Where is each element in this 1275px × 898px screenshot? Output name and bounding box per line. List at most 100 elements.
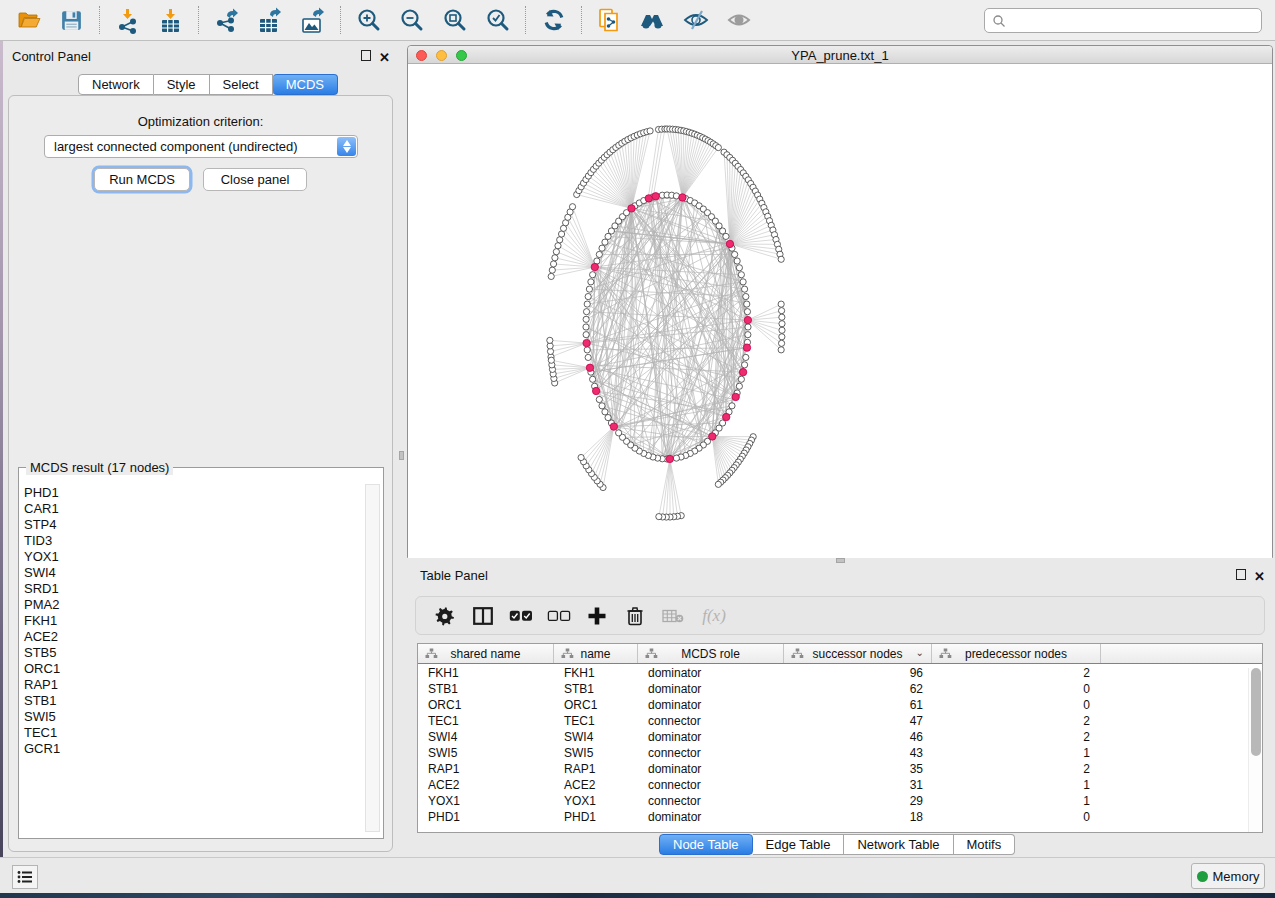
- control-panel-float-button[interactable]: [361, 50, 371, 64]
- hide-selected-button[interactable]: [674, 3, 717, 37]
- deselect-all-button[interactable]: [540, 610, 578, 622]
- mcds-result-item[interactable]: GCR1: [24, 741, 366, 757]
- mcds-result-item[interactable]: SWI5: [24, 709, 366, 725]
- mcds-result-item[interactable]: PHD1: [24, 485, 366, 501]
- mcds-result-item[interactable]: RAP1: [24, 677, 366, 693]
- table-row[interactable]: ACE2ACE2connector311: [418, 777, 1262, 793]
- control-panel-close-button[interactable]: ✕: [379, 50, 390, 65]
- destroy-table-button[interactable]: [654, 609, 692, 623]
- task-history-button[interactable]: [12, 865, 38, 889]
- export-image-button[interactable]: [291, 3, 334, 37]
- close-panel-button[interactable]: Close panel: [203, 168, 307, 191]
- table-row[interactable]: STB1STB1dominator620: [418, 681, 1262, 697]
- horizontal-splitter-handle[interactable]: [836, 558, 845, 563]
- zoom-selected-button[interactable]: [476, 3, 519, 37]
- table-scrollbar[interactable]: [1248, 668, 1261, 832]
- optimization-criterion-select[interactable]: largest connected component (undirected): [44, 135, 358, 158]
- run-mcds-button[interactable]: Run MCDS: [94, 168, 190, 191]
- search-input[interactable]: [984, 8, 1262, 33]
- network-window-titlebar[interactable]: YPA_prune.txt_1: [408, 46, 1272, 64]
- tab-style[interactable]: Style: [154, 74, 210, 95]
- tab-select[interactable]: Select: [210, 74, 273, 95]
- desktop-wallpaper-left: [0, 41, 3, 893]
- table-row[interactable]: TEC1TEC1connector472: [418, 713, 1262, 729]
- tab-motifs[interactable]: Motifs: [954, 834, 1016, 855]
- export-table-button[interactable]: [248, 3, 291, 37]
- attribute-type-icon: [425, 648, 438, 659]
- column-header-MCDS-role[interactable]: MCDS role: [638, 644, 784, 663]
- close-icon: ✕: [379, 50, 390, 65]
- mcds-result-item[interactable]: STB1: [24, 693, 366, 709]
- table-row[interactable]: FKH1FKH1dominator962: [418, 665, 1262, 681]
- add-column-button[interactable]: [578, 607, 616, 625]
- mcds-result-item[interactable]: FKH1: [24, 613, 366, 629]
- mcds-result-item[interactable]: TEC1: [24, 725, 366, 741]
- network-window: YPA_prune.txt_1: [407, 45, 1273, 558]
- column-header-shared-name[interactable]: shared name: [418, 644, 554, 663]
- mcds-result-item[interactable]: YOX1: [24, 549, 366, 565]
- attribute-type-icon: [645, 648, 658, 659]
- zoom-fit-button[interactable]: [433, 3, 476, 37]
- mcds-result-item[interactable]: SRD1: [24, 581, 366, 597]
- table-row[interactable]: SWI4SWI4dominator462: [418, 729, 1262, 745]
- tab-edge-table[interactable]: Edge Table: [753, 834, 845, 855]
- mcds-result-item[interactable]: ORC1: [24, 661, 366, 677]
- open-folder-icon: [16, 7, 42, 33]
- column-header-name[interactable]: name: [554, 644, 638, 663]
- tab-node-table[interactable]: Node Table: [659, 834, 753, 855]
- float-icon: [361, 50, 371, 61]
- zoom-in-icon: [355, 7, 382, 34]
- refresh-icon: [541, 7, 567, 33]
- tab-network-table[interactable]: Network Table: [844, 834, 953, 855]
- table-settings-button[interactable]: [426, 606, 464, 626]
- network-window-title: YPA_prune.txt_1: [408, 48, 1272, 63]
- open-file-button[interactable]: [7, 3, 50, 37]
- table-row[interactable]: YOX1YOX1connector291: [418, 793, 1262, 809]
- mcds-result-item[interactable]: STB5: [24, 645, 366, 661]
- mcds-result-item[interactable]: ACE2: [24, 629, 366, 645]
- column-header-successor-nodes[interactable]: successor nodes⌄: [784, 644, 932, 663]
- mcds-result-item[interactable]: STP4: [24, 517, 366, 533]
- duplicate-network-button[interactable]: [588, 3, 631, 37]
- table-panel-float-button[interactable]: [1236, 569, 1246, 583]
- function-builder-button[interactable]: f(x): [692, 606, 736, 626]
- zoom-in-button[interactable]: [347, 3, 390, 37]
- toggle-column-panel-button[interactable]: [464, 607, 502, 625]
- mcds-result-scrollbar[interactable]: [365, 484, 380, 832]
- table-panel-tabs: Node TableEdge TableNetwork TableMotifs: [659, 834, 1015, 855]
- mcds-result-item[interactable]: TID3: [24, 533, 366, 549]
- import-network-button[interactable]: [106, 3, 149, 37]
- tab-mcds[interactable]: MCDS: [273, 74, 338, 95]
- tab-network[interactable]: Network: [78, 74, 154, 95]
- mcds-result-list[interactable]: PHD1CAR1STP4TID3YOX1SWI4SRD1PMA2FKH1ACE2…: [21, 485, 366, 757]
- import-table-button[interactable]: [149, 3, 192, 37]
- node-table-header: shared namenameMCDS rolesuccessor nodes⌄…: [418, 644, 1262, 664]
- table-scrollbar-thumb[interactable]: [1251, 668, 1261, 756]
- refresh-layout-button[interactable]: [532, 3, 575, 37]
- table-row[interactable]: SWI5SWI5connector431: [418, 745, 1262, 761]
- table-panel-close-button[interactable]: ✕: [1254, 569, 1265, 584]
- zoom-out-button[interactable]: [390, 3, 433, 37]
- column-header-predecessor-nodes[interactable]: predecessor nodes: [932, 644, 1101, 663]
- show-all-button[interactable]: [717, 3, 760, 37]
- float-icon: [1236, 569, 1246, 580]
- search-neighbors-button[interactable]: [631, 3, 674, 37]
- table-row[interactable]: RAP1RAP1dominator352: [418, 761, 1262, 777]
- select-all-button[interactable]: [502, 610, 540, 622]
- save-button[interactable]: [50, 3, 93, 37]
- delete-column-button[interactable]: [616, 606, 654, 626]
- table-row[interactable]: PHD1PHD1dominator180: [418, 809, 1262, 825]
- attribute-type-icon: [561, 648, 574, 659]
- mcds-result-item[interactable]: PMA2: [24, 597, 366, 613]
- mcds-result-item[interactable]: CAR1: [24, 501, 366, 517]
- network-graph[interactable]: [408, 65, 1272, 558]
- memory-button[interactable]: Memory: [1191, 863, 1265, 889]
- export-image-icon: [299, 7, 326, 34]
- table-toolbar: f(x): [415, 596, 1265, 635]
- mcds-result-item[interactable]: SWI4: [24, 565, 366, 581]
- table-row[interactable]: ORC1ORC1dominator610: [418, 697, 1262, 713]
- export-network-button[interactable]: [205, 3, 248, 37]
- vertical-splitter-handle[interactable]: [399, 451, 404, 460]
- status-bar: Memory: [0, 857, 1275, 893]
- save-icon: [59, 8, 84, 33]
